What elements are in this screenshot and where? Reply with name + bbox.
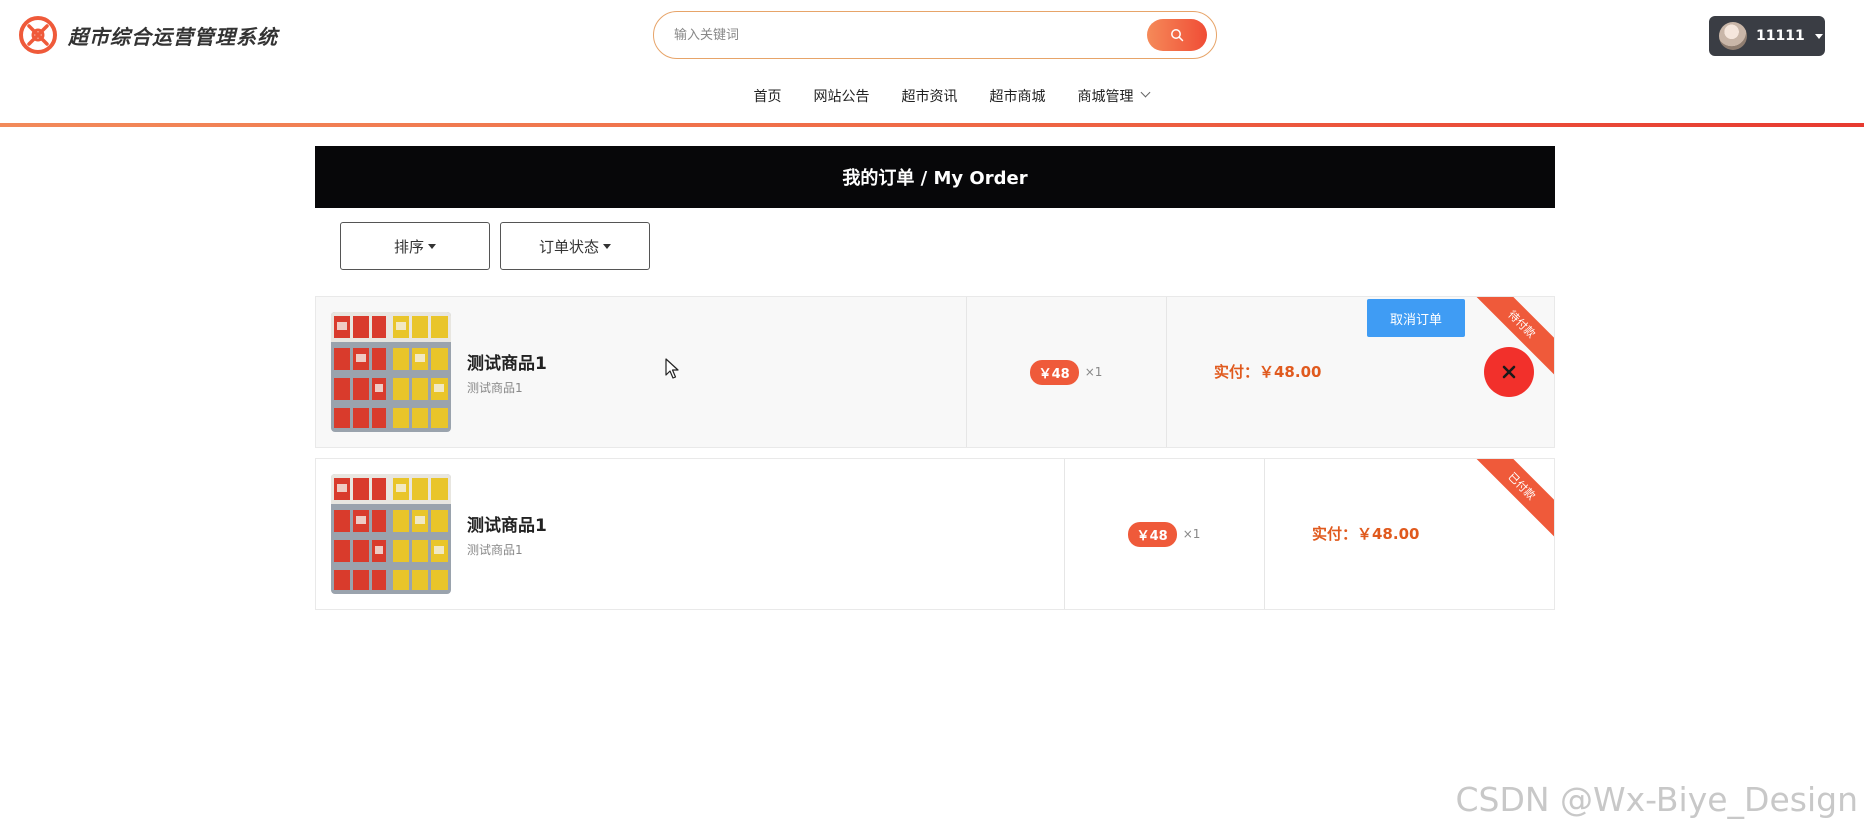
caret-down-icon xyxy=(1814,33,1823,39)
search-input[interactable] xyxy=(674,12,1134,58)
nav-label: 网站公告 xyxy=(813,89,870,105)
order-status-dropdown[interactable]: 订单状态 xyxy=(500,222,650,270)
product-photo xyxy=(331,474,451,594)
search-box xyxy=(653,11,1217,59)
paid-amount: 实付：￥48.00 xyxy=(1214,363,1322,381)
price-cell: ￥48 ×1 xyxy=(1064,459,1264,609)
product-name[interactable]: 测试商品1 xyxy=(467,349,547,374)
order-card: 测试商品1 测试商品1 ￥48 ×1 实付：￥48.00 已付款 xyxy=(315,458,1555,610)
price-badge: ￥48 xyxy=(1127,521,1177,547)
user-menu[interactable]: 11111 xyxy=(1709,16,1825,56)
sort-label: 排序 xyxy=(393,237,424,256)
product-name[interactable]: 测试商品1 xyxy=(467,511,547,536)
product-photo xyxy=(331,312,451,432)
order-card: 测试商品1 测试商品1 ￥48 ×1 实付：￥48.00 取消订单 待付款 xyxy=(315,296,1555,448)
page-title: 我的订单 / My Order xyxy=(842,168,1028,189)
quantity: ×1 xyxy=(1084,365,1103,379)
watermark: CSDN @Wx-Biye_Design xyxy=(1455,780,1858,819)
column-divider xyxy=(1264,459,1265,609)
status-badge: 待付款 xyxy=(1505,308,1538,341)
column-divider xyxy=(1166,297,1167,447)
chevron-down-icon xyxy=(1140,87,1150,98)
nav-item-home[interactable]: 首页 xyxy=(738,86,798,112)
header: 超市综合运营管理系统 11111 xyxy=(0,0,1864,72)
logo[interactable]: 超市综合运营管理系统 xyxy=(18,15,278,55)
cancel-order-button[interactable]: 取消订单 xyxy=(1367,299,1465,337)
order-status-label: 订单状态 xyxy=(538,237,599,256)
delete-order-button[interactable] xyxy=(1484,347,1534,397)
product-desc: 测试商品1 xyxy=(467,543,523,557)
main-nav: 首页 网站公告 超市资讯 超市商城 商城管理 xyxy=(0,86,1864,112)
nav-item-mall-management[interactable]: 商城管理 xyxy=(1062,86,1165,112)
nav-label: 商城管理 xyxy=(1077,89,1134,105)
nav-item-announcements[interactable]: 网站公告 xyxy=(798,86,886,112)
search-icon xyxy=(1171,29,1184,42)
nav-label: 超市商城 xyxy=(989,89,1046,105)
paid-amount: 实付：￥48.00 xyxy=(1312,525,1420,543)
status-badge: 已付款 xyxy=(1505,470,1538,503)
logo-icon xyxy=(19,16,57,54)
caret-down-icon xyxy=(428,243,436,249)
search-button[interactable] xyxy=(1147,19,1207,51)
page-title-bar: 我的订单 / My Order xyxy=(315,146,1555,208)
quantity: ×1 xyxy=(1182,527,1201,541)
product-image[interactable] xyxy=(331,312,451,432)
product-image[interactable] xyxy=(331,474,451,594)
user-name: 11111 xyxy=(1756,28,1805,44)
avatar xyxy=(1719,22,1747,50)
app-title: 超市综合运营管理系统 xyxy=(68,24,278,49)
price-badge: ￥48 xyxy=(1029,359,1079,385)
nav-label: 首页 xyxy=(753,89,782,105)
mouse-cursor-icon xyxy=(665,358,679,379)
nav-item-news[interactable]: 超市资讯 xyxy=(886,86,974,112)
nav-label: 超市资讯 xyxy=(901,89,958,105)
caret-down-icon xyxy=(603,243,611,249)
sort-dropdown[interactable]: 排序 xyxy=(340,222,490,270)
status-ribbon: 已付款 xyxy=(1470,459,1554,538)
header-divider xyxy=(0,123,1864,127)
product-desc: 测试商品1 xyxy=(467,381,523,395)
close-icon xyxy=(1502,365,1516,379)
price-cell: ￥48 ×1 xyxy=(966,297,1166,447)
nav-item-mall[interactable]: 超市商城 xyxy=(974,86,1062,112)
filter-bar: 排序 订单状态 xyxy=(340,222,650,270)
